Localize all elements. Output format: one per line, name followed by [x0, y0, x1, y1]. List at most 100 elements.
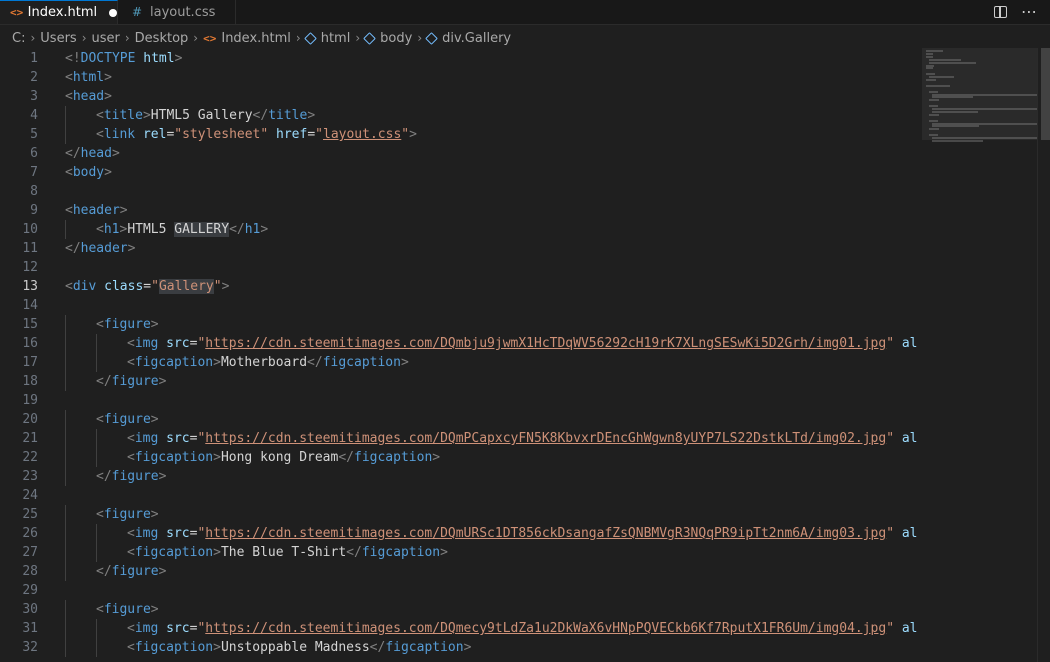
code-token: figure — [111, 564, 159, 579]
code-line[interactable]: 2 <html> — [0, 68, 918, 87]
code-token: > — [158, 564, 167, 579]
code-line[interactable]: 8 — [0, 182, 918, 201]
tab-layout-css[interactable]: # layout.css — [118, 0, 236, 24]
line-code: <body> — [65, 163, 112, 182]
indent-guide — [65, 220, 66, 239]
code-line[interactable]: 14 — [0, 296, 918, 315]
code-token: body — [72, 165, 105, 180]
tab-index-html[interactable]: <> Index.html — [0, 0, 118, 24]
code-token: > — [158, 374, 167, 389]
breadcrumb-html[interactable]: html — [303, 31, 350, 46]
minimap[interactable] — [922, 48, 1040, 662]
code-token: < — [96, 412, 104, 427]
code-line[interactable]: 23 </figure> — [0, 467, 918, 486]
line-code: <head> — [65, 87, 112, 106]
split-editor-icon[interactable] — [994, 6, 1007, 18]
code-token: > — [409, 127, 417, 142]
breadcrumb-div-gallery[interactable]: div.Gallery — [425, 31, 511, 46]
breadcrumb-user[interactable]: user — [92, 31, 120, 46]
code-token: figcaption — [361, 545, 441, 560]
code-line[interactable]: 7 <body> — [0, 163, 918, 182]
code-line[interactable]: 31 <img src="https://cdn.steemitimages.co… — [0, 619, 918, 638]
code-line[interactable]: 18 </figure> — [0, 372, 918, 391]
code-line[interactable]: 19 — [0, 391, 918, 410]
indent-guide — [65, 467, 66, 486]
line-number: 12 — [22, 260, 38, 275]
code-token: > — [213, 545, 221, 560]
html-file-icon: <> — [203, 31, 217, 45]
code-token: < — [96, 317, 104, 332]
code-line[interactable]: 17 <figcaption>Motherboard</figcaption> — [0, 353, 918, 372]
code-editor[interactable]: 1 <!DOCTYPE html> 2 <html> 3 <head> 4 <title>HT… — [0, 48, 918, 662]
code-token: The Blue T-Shirt — [220, 545, 347, 560]
line-number: 16 — [22, 336, 38, 351]
code-line[interactable]: 24 — [0, 486, 918, 505]
code-token: src — [166, 431, 190, 446]
code-token: Hong kong Dream — [220, 450, 339, 465]
code-line[interactable]: 22 <figcaption>Hong kong Dream</figcaptio… — [0, 448, 918, 467]
code-token: = — [307, 127, 316, 142]
chevron-right-icon: › — [295, 31, 301, 45]
code-line[interactable]: 12 — [0, 258, 918, 277]
line-code: <img src="https://cdn.steemitimages.com/… — [127, 619, 918, 638]
more-actions-icon[interactable]: ⋯ — [1021, 4, 1038, 20]
html-file-icon: <> — [10, 6, 24, 19]
code-line[interactable]: 10 <h1>HTML5 GALLERY</h1> — [0, 220, 918, 239]
code-line[interactable]: 29 — [0, 581, 918, 600]
code-line[interactable]: 26 <img src="https://cdn.steemitimages.co… — [0, 524, 918, 543]
code-token: > — [150, 602, 159, 617]
code-line[interactable]: 11 </header> — [0, 239, 918, 258]
line-code: </head> — [65, 144, 120, 163]
tab-label: Index.html — [27, 5, 98, 20]
code-line[interactable]: 25 <figure> — [0, 505, 918, 524]
code-token: alt — [901, 431, 918, 446]
code-token: img — [134, 431, 167, 446]
unsaved-dot-icon[interactable] — [109, 8, 117, 17]
code-token: > — [213, 640, 221, 655]
code-line[interactable]: 1 <!DOCTYPE html> — [0, 49, 918, 68]
code-token: < — [96, 507, 104, 522]
code-line[interactable]: 32 <figcaption>Unstoppable Madness</figca… — [0, 638, 918, 657]
code-token: <! — [65, 51, 81, 66]
code-line[interactable]: 15 <figure> — [0, 315, 918, 334]
line-number: 32 — [22, 640, 38, 655]
code-line[interactable]: 4 <title>HTML5 Gallery</title> — [0, 106, 918, 125]
code-token: > — [150, 412, 159, 427]
code-line[interactable]: 5 <link rel="stylesheet" href="layout.css… — [0, 125, 918, 144]
code-line[interactable]: 13 <div class="Gallery"> — [0, 277, 918, 296]
code-token: layout.css — [323, 127, 402, 142]
breadcrumb-users[interactable]: Users — [40, 31, 76, 46]
code-token: figcaption — [134, 545, 214, 560]
code-token: src — [166, 621, 190, 636]
code-line[interactable]: 30 <figure> — [0, 600, 918, 619]
code-line[interactable]: 20 <figure> — [0, 410, 918, 429]
code-line[interactable]: 3 <head> — [0, 87, 918, 106]
breadcrumb-body[interactable]: body — [363, 31, 412, 46]
code-line[interactable]: 9 <header> — [0, 201, 918, 220]
code-token: " — [315, 127, 323, 142]
code-token: > — [440, 545, 448, 560]
code-token: > — [260, 222, 269, 237]
line-number: 13 — [22, 279, 38, 294]
code-token: figure — [103, 507, 151, 522]
tab-bar: <> Index.html # layout.css ⋯ — [0, 0, 1050, 25]
code-token: > — [213, 355, 221, 370]
code-line[interactable]: 16 <img src="https://cdn.steemitimages.co… — [0, 334, 918, 353]
breadcrumb-desktop[interactable]: Desktop — [135, 31, 189, 46]
code-line[interactable]: 21 <img src="https://cdn.steemitimages.co… — [0, 429, 918, 448]
scrollbar-thumb[interactable] — [1041, 48, 1050, 140]
minimap-viewport-slider[interactable] — [922, 48, 1037, 140]
line-code: <img src="https://cdn.steemitimages.com/… — [127, 334, 918, 353]
breadcrumb-file[interactable]: <> Index.html — [203, 31, 291, 46]
indent-guide — [65, 334, 66, 353]
code-token: HTML5 — [127, 222, 175, 237]
vertical-scrollbar[interactable] — [1037, 48, 1050, 662]
breadcrumb-file-label: Index.html — [221, 30, 291, 46]
code-token: " — [151, 279, 159, 294]
code-line[interactable]: 6 </head> — [0, 144, 918, 163]
code-token: </ — [65, 241, 81, 256]
code-line[interactable]: 27 <figcaption>The Blue T-Shirt</figcapti… — [0, 543, 918, 562]
breadcrumb-drive[interactable]: C: — [12, 31, 25, 46]
code-line[interactable]: 28 </figure> — [0, 562, 918, 581]
